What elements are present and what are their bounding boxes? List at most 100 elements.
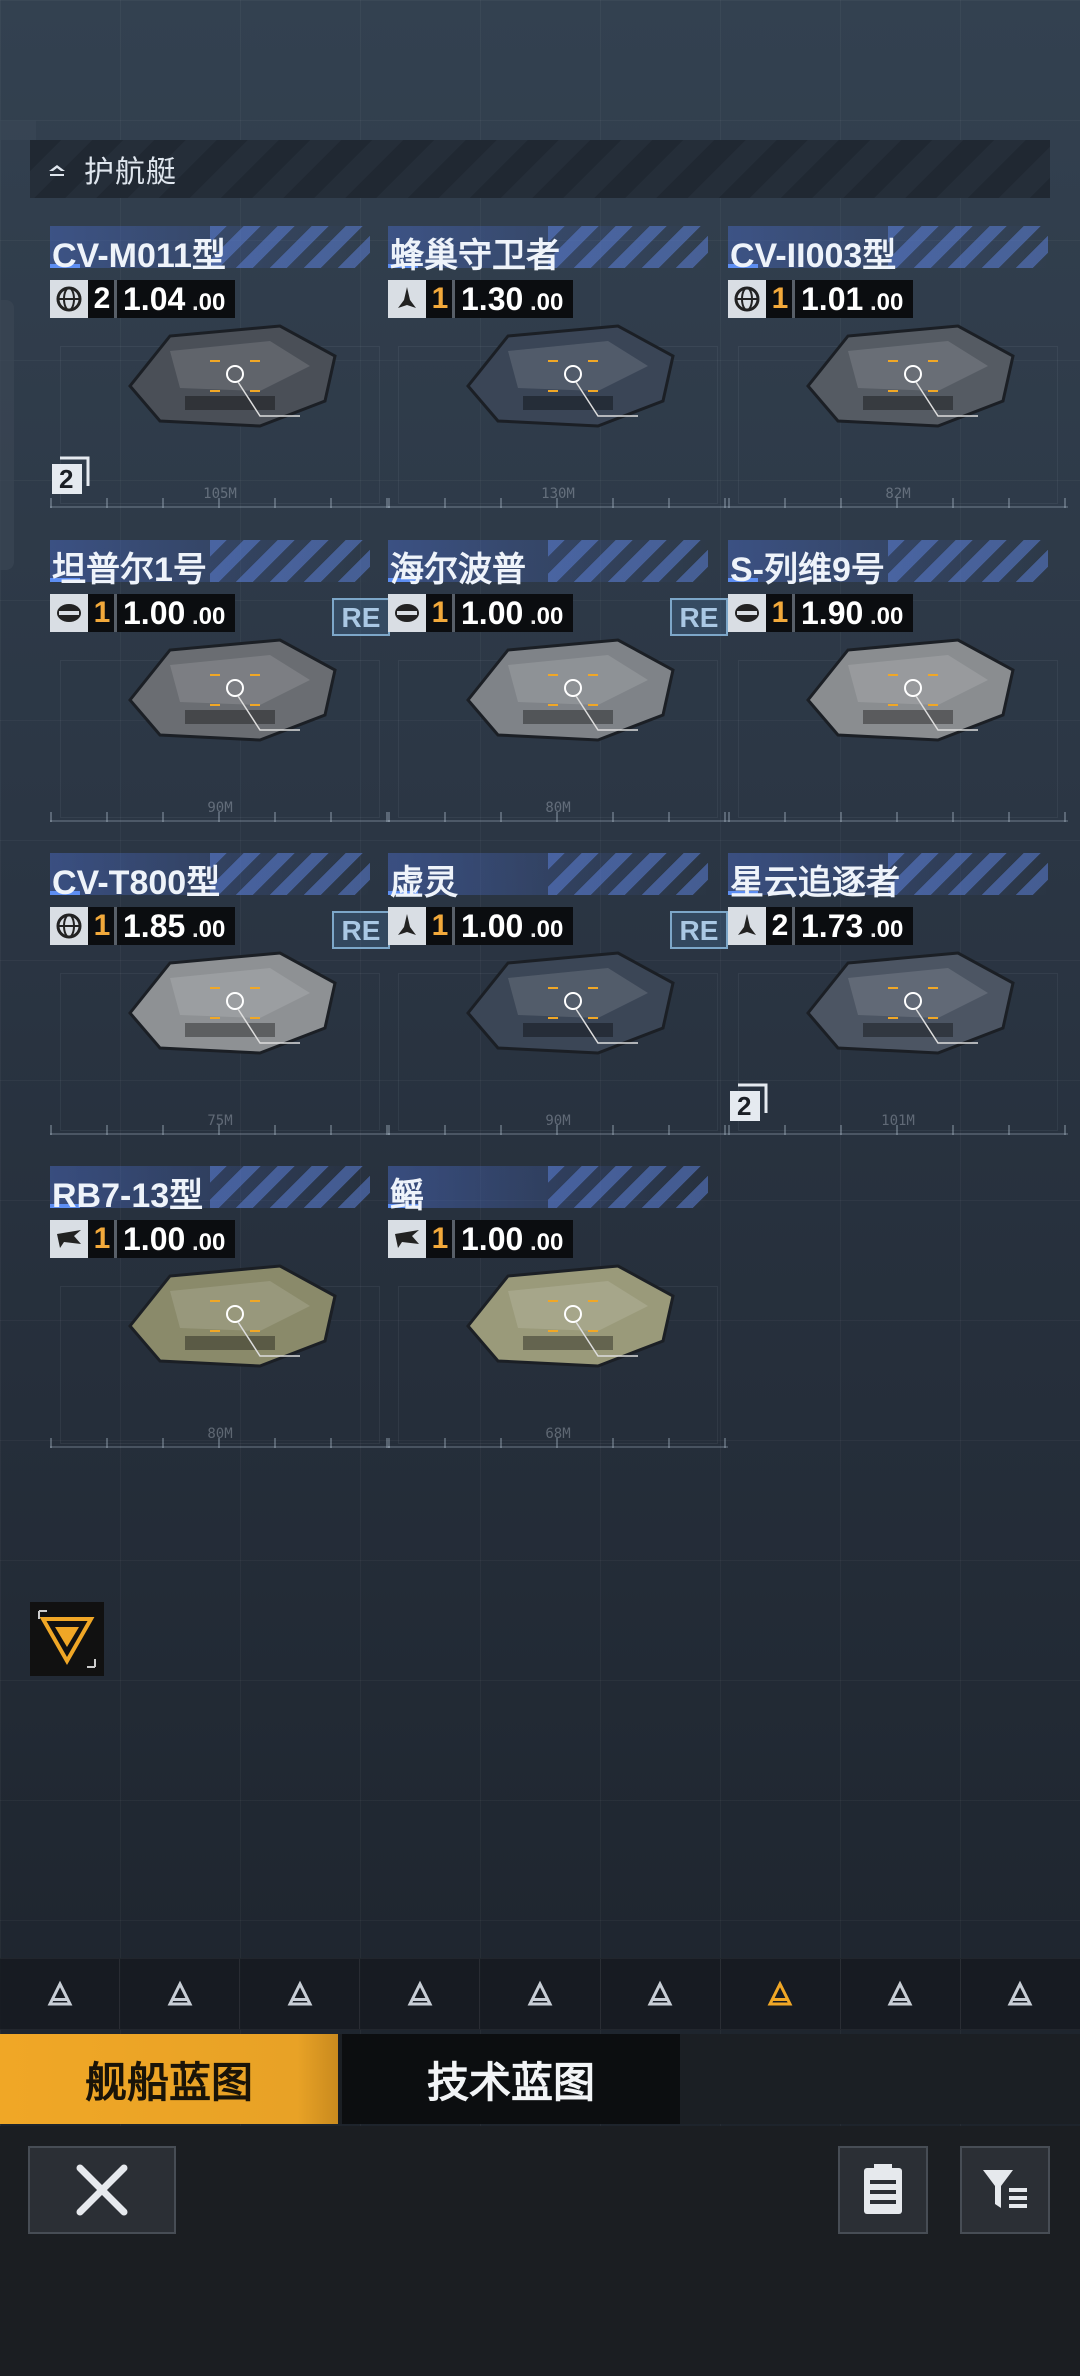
blueprint-tabs: 舰船蓝图 技术蓝图 bbox=[0, 2034, 1080, 2124]
scale-label: 90M bbox=[207, 800, 233, 816]
scale-line bbox=[388, 820, 728, 822]
close-button[interactable] bbox=[28, 2146, 176, 2234]
ship-stats: 1 1.01 .00 bbox=[728, 280, 914, 318]
ship-stats: 1 1.00 .00 bbox=[50, 594, 236, 632]
type-filter-battlecruiser[interactable] bbox=[240, 1959, 361, 2029]
shield-icon bbox=[388, 594, 426, 632]
ship-stats: 1 1.00 .00 bbox=[50, 1220, 236, 1258]
ship-card[interactable]: 130M 蜂巢守卫者 1 1.30 .00 bbox=[388, 226, 728, 526]
ship-image bbox=[788, 610, 1028, 760]
clipboard-button[interactable] bbox=[838, 2146, 928, 2234]
ship-card[interactable]: 80M RB7-13型 1 1.00 .00 bbox=[50, 1166, 390, 1466]
ship-stat-value: 1.85 .00 bbox=[114, 907, 236, 945]
type-filter-fighter-group[interactable] bbox=[841, 1959, 961, 2029]
tier-number: 1 bbox=[88, 907, 114, 945]
ship-name: CV-M011型 bbox=[52, 237, 226, 275]
ship-name: 鳐 bbox=[390, 1177, 424, 1215]
ship-stats: 1 1.00 .00 bbox=[388, 907, 574, 945]
scale-line bbox=[388, 1446, 728, 1448]
ship-image bbox=[110, 610, 350, 760]
scale-label: 82M bbox=[885, 486, 911, 502]
scale-line bbox=[388, 506, 728, 508]
missile-icon bbox=[388, 907, 426, 945]
shield-icon bbox=[728, 594, 766, 632]
scale-line bbox=[728, 820, 1068, 822]
re-badge: RE bbox=[670, 598, 728, 636]
type-filter-station[interactable] bbox=[0, 1959, 121, 2029]
ship-image bbox=[448, 610, 688, 760]
scale-label: 90M bbox=[545, 1113, 571, 1129]
battlecruiser-icon bbox=[287, 1980, 313, 2006]
ship-name: 虚灵 bbox=[390, 864, 458, 902]
ship-name: 蜂巢守卫者 bbox=[390, 237, 560, 275]
missile-icon bbox=[728, 907, 766, 945]
scale-label: 80M bbox=[545, 800, 571, 816]
type-filter-destroyer[interactable] bbox=[480, 1959, 601, 2029]
tier-number: 1 bbox=[426, 1220, 452, 1258]
scale-label: 80M bbox=[207, 1426, 233, 1442]
tab-ship-blueprints[interactable]: 舰船蓝图 bbox=[0, 2034, 338, 2124]
tier-number: 1 bbox=[766, 280, 792, 318]
ship-card[interactable]: 101M 星云追逐者 2 1.73 .00 2 bbox=[728, 853, 1068, 1153]
escort-ship-icon bbox=[44, 156, 70, 182]
ship-card[interactable]: 75M CV-T800型 1 1.85 .00 RE bbox=[50, 853, 390, 1153]
filter-icon bbox=[983, 2170, 1027, 2208]
ship-stat-value: 1.00 .00 bbox=[452, 1220, 574, 1258]
ship-card[interactable]: S-列维9号 1 1.90 .00 bbox=[728, 540, 1068, 840]
ship-name: 坦普尔1号 bbox=[52, 551, 207, 589]
scale-line bbox=[50, 820, 390, 822]
ship-stats: 2 1.73 .00 bbox=[728, 907, 914, 945]
tier-number: 2 bbox=[766, 907, 792, 945]
ship-card[interactable]: 90M 坦普尔1号 1 1.00 .00 RE bbox=[50, 540, 390, 840]
ship-card[interactable]: 90M 虚灵 1 1.00 .00 RE bbox=[388, 853, 728, 1153]
shield-icon bbox=[50, 594, 88, 632]
scale-label: 68M bbox=[545, 1426, 571, 1442]
ship-card[interactable]: 82M CV-II003型 1 1.01 .00 bbox=[728, 226, 1068, 526]
ship-image bbox=[110, 1236, 350, 1386]
ship-card[interactable]: 80M 海尔波普 1 1.00 .00 RE bbox=[388, 540, 728, 840]
ship-stat-value: 1.04 .00 bbox=[114, 280, 236, 318]
ship-card[interactable]: 68M 鳐 1 1.00 .00 bbox=[388, 1166, 728, 1466]
ship-image bbox=[110, 296, 350, 446]
ship-stat-value: 1.90 .00 bbox=[792, 594, 914, 632]
ship-name: CV-II003型 bbox=[730, 237, 897, 275]
ship-stats: 1 1.30 .00 bbox=[388, 280, 574, 318]
ship-image bbox=[788, 923, 1028, 1073]
top-strip bbox=[0, 120, 36, 140]
cruiser-icon bbox=[407, 1980, 433, 2006]
tier-number: 1 bbox=[88, 1220, 114, 1258]
fighter-group-icon bbox=[887, 1980, 913, 2006]
side-drawer-handle[interactable] bbox=[0, 300, 14, 570]
tab-tech-blueprints[interactable]: 技术蓝图 bbox=[342, 2034, 680, 2124]
scale-line bbox=[50, 1446, 390, 1448]
tier-number: 1 bbox=[426, 594, 452, 632]
ship-name: CV-T800型 bbox=[52, 864, 221, 902]
ship-stats: 1 1.00 .00 bbox=[388, 594, 574, 632]
faction-emblem-button[interactable] bbox=[30, 1602, 104, 1676]
escort-ship-icon bbox=[767, 1980, 793, 2006]
scale-label: 105M bbox=[203, 486, 237, 502]
count-badge: 2 bbox=[50, 456, 90, 496]
wing-icon bbox=[50, 1220, 88, 1258]
re-badge: RE bbox=[332, 598, 390, 636]
tier-number: 1 bbox=[426, 280, 452, 318]
ship-card[interactable]: 105M CV-M011型 2 1.04 .00 2 bbox=[50, 226, 390, 526]
ship-stat-value: 1.00 .00 bbox=[114, 594, 236, 632]
scale-line bbox=[728, 1133, 1068, 1135]
type-filter-cruiser[interactable] bbox=[360, 1959, 481, 2029]
count-badge: 2 bbox=[728, 1083, 768, 1123]
clipboard-icon bbox=[864, 2164, 902, 2214]
filter-button[interactable] bbox=[960, 2146, 1050, 2234]
type-filter-carrier[interactable] bbox=[120, 1959, 241, 2029]
carrier-icon bbox=[167, 1980, 193, 2006]
ship-name: 星云追逐者 bbox=[730, 864, 900, 902]
ship-stat-value: 1.01 .00 bbox=[792, 280, 914, 318]
type-filter-frigate[interactable] bbox=[601, 1959, 721, 2029]
missile-icon bbox=[388, 280, 426, 318]
ship-stats: 1 1.00 .00 bbox=[388, 1220, 574, 1258]
close-icon bbox=[76, 2164, 128, 2216]
type-filter-escort-ship[interactable] bbox=[721, 1959, 841, 2029]
ship-type-nav bbox=[0, 1958, 1080, 2030]
type-filter-other[interactable] bbox=[961, 1959, 1080, 2029]
ship-stats: 1 1.90 .00 bbox=[728, 594, 914, 632]
